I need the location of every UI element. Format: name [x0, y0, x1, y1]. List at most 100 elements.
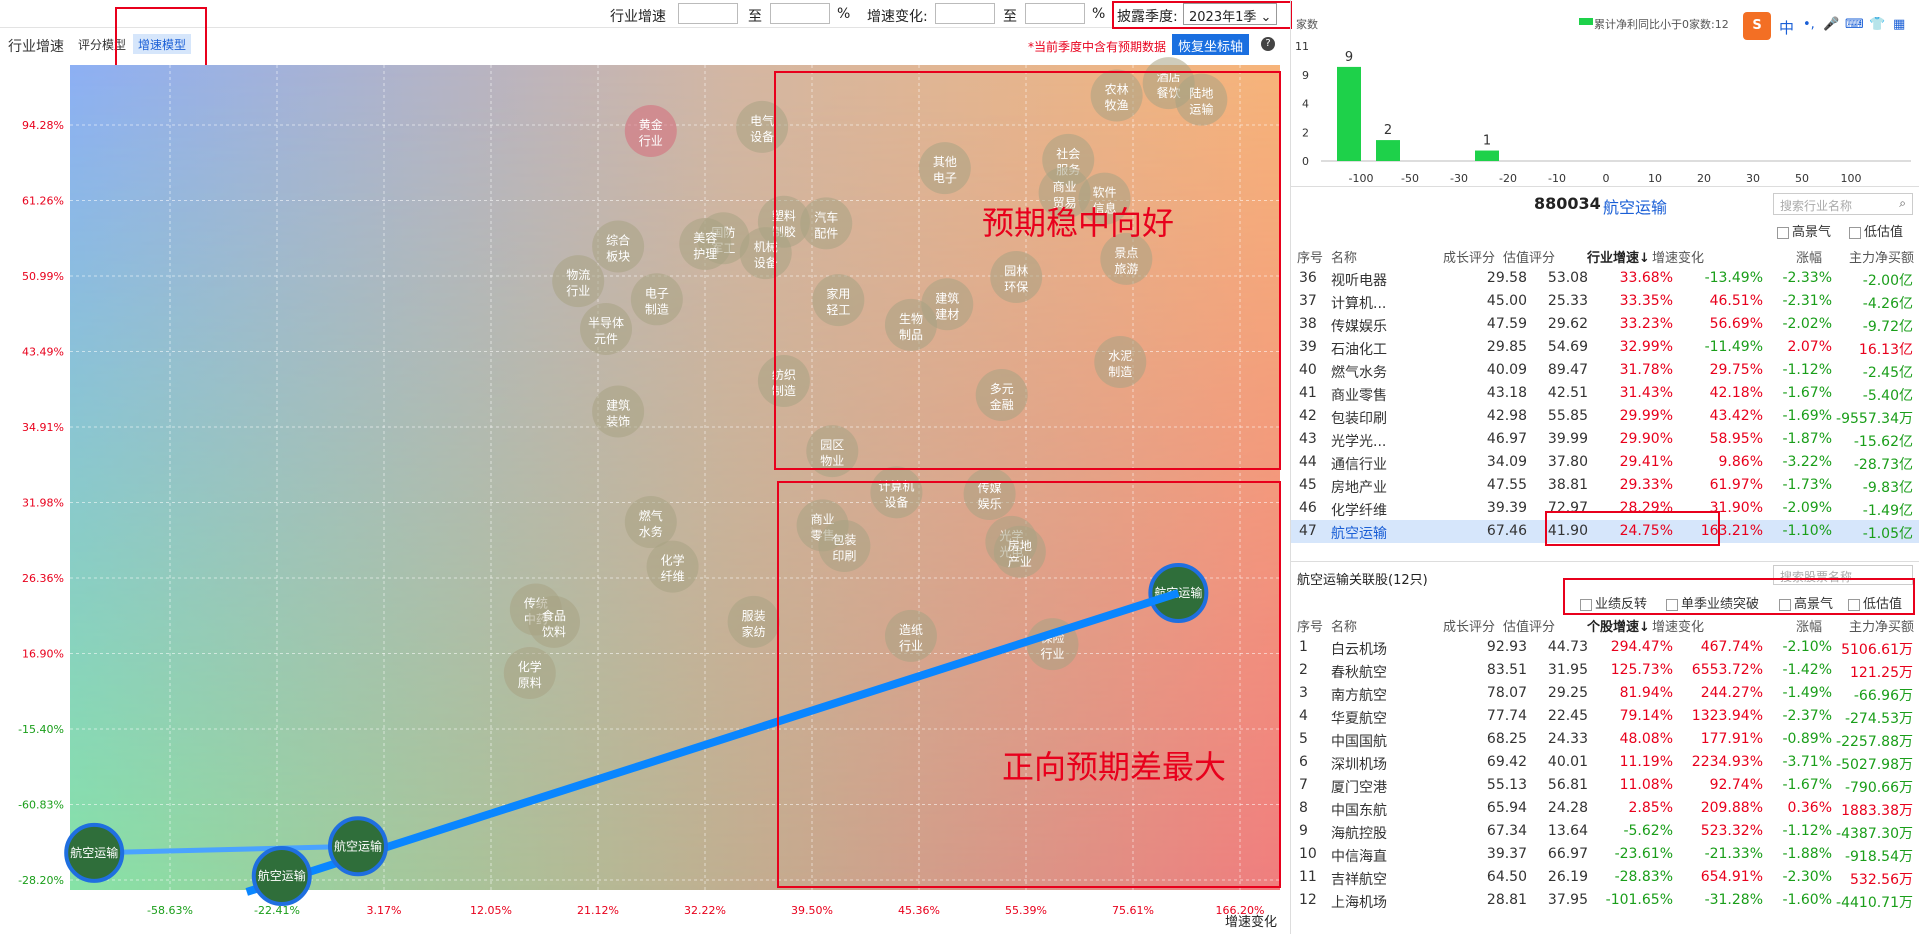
- bubble[interactable]: 纺织制造: [757, 354, 810, 407]
- table-row[interactable]: 44 通信行业 34.09 37.80 29.41% 9.86% -3.22% -28.73亿: [1291, 451, 1919, 474]
- table-row[interactable]: 43 光学光... 46.97 39.99 29.90% 58.95% -1.87% -15.…: [1291, 428, 1919, 451]
- bubble[interactable]: 化学原料: [503, 647, 556, 700]
- industry-search-input[interactable]: 搜索行业名称 ⌕: [1773, 193, 1913, 215]
- bubble[interactable]: 食品饮料: [528, 595, 580, 648]
- column-header[interactable]: 行业增速↓: [1587, 247, 1650, 266]
- keyboard-icon[interactable]: ⌨: [1845, 17, 1864, 32]
- column-header[interactable]: 名称: [1331, 247, 1357, 266]
- column-header[interactable]: 名称: [1331, 616, 1357, 635]
- column-header[interactable]: 序号: [1297, 616, 1323, 635]
- column-header[interactable]: 个股增速↓: [1587, 616, 1650, 635]
- low-valuation-checkbox[interactable]: 低估值: [1849, 221, 1903, 240]
- column-header[interactable]: 增速变化: [1652, 247, 1704, 266]
- filter-quarterly-breakthrough[interactable]: 单季业绩突破: [1666, 593, 1759, 612]
- column-header[interactable]: 序号: [1297, 247, 1323, 266]
- table-row[interactable]: 12 上海机场 28.81 37.95 -101.65% -31.28% -1.60% -44…: [1291, 889, 1919, 912]
- trail-bubble[interactable]: 航空运输: [251, 845, 312, 906]
- bubble[interactable]: 汽车配件: [800, 197, 853, 250]
- help-icon[interactable]: ?: [1261, 37, 1275, 51]
- bubble[interactable]: 生物制品: [884, 298, 937, 351]
- growth-change-max-input[interactable]: [1025, 3, 1085, 24]
- chinese-mode-icon[interactable]: 中: [1779, 17, 1794, 38]
- column-header[interactable]: 估值评分: [1503, 247, 1555, 266]
- bubble[interactable]: 传媒娱乐: [963, 468, 1016, 520]
- table-row[interactable]: 4 华夏航空 77.74 22.45 79.14% 1323.94% -2.37% -274.…: [1291, 705, 1919, 728]
- table-row[interactable]: 42 包装印刷 42.98 55.85 29.99% 43.42% -1.69% -9557.…: [1291, 405, 1919, 428]
- toolbox-icon[interactable]: ▦: [1893, 17, 1905, 32]
- bubble[interactable]: 物流行业: [552, 255, 605, 308]
- bubble[interactable]: 水泥制造: [1094, 336, 1147, 388]
- bubble[interactable]: 服装家纺: [727, 595, 780, 648]
- table-row[interactable]: 2 春秋航空 83.51 31.95 125.73% 6553.72% -1.42% 121.…: [1291, 659, 1919, 682]
- industry-growth-max-input[interactable]: [770, 3, 830, 24]
- table-row[interactable]: 11 吉祥航空 64.50 26.19 -28.83% 654.91% -2.30% 532.…: [1291, 866, 1919, 889]
- table-row[interactable]: 5 中国国航 68.25 24.33 48.08% 177.91% -0.89% -2257.…: [1291, 728, 1919, 751]
- column-header[interactable]: 成长评分: [1443, 247, 1495, 266]
- bubble[interactable]: 计算机设备: [870, 466, 923, 519]
- tab-speed-model[interactable]: 增速模型: [133, 34, 192, 54]
- bubble[interactable]: 造纸行业: [884, 609, 937, 662]
- bubble[interactable]: 黄金行业: [624, 105, 677, 157]
- filter-low-valuation[interactable]: 低估值: [1848, 593, 1902, 612]
- table-row[interactable]: 7 厦门空港 55.13 56.81 11.08% 92.74% -1.67% -790.66…: [1291, 774, 1919, 797]
- table-row[interactable]: 8 中国东航 65.94 24.28 2.85% 209.88% 0.36% 1883.38万: [1291, 797, 1919, 820]
- bubble[interactable]: 园区物业: [806, 425, 859, 478]
- bubble[interactable]: 机械设备: [739, 227, 792, 280]
- column-header[interactable]: 成长评分: [1443, 616, 1495, 635]
- table-row[interactable]: 45 房地产业 47.55 38.81 29.33% 61.97% -1.73% -9.83亿: [1291, 474, 1919, 497]
- bubble[interactable]: 化学纤维: [646, 540, 699, 593]
- restore-axis-button[interactable]: 恢复坐标轴: [1172, 34, 1250, 55]
- punctuation-icon[interactable]: •,: [1803, 17, 1815, 32]
- table-row[interactable]: 1 白云机场 92.93 44.73 294.47% 467.74% -2.10% 5106.…: [1291, 636, 1919, 659]
- bubble[interactable]: 包装印刷: [818, 519, 871, 572]
- table-row[interactable]: 47 航空运输 67.46 41.90 24.75% 163.21% -1.10% -1.05…: [1291, 520, 1919, 543]
- column-header[interactable]: 涨幅: [1796, 616, 1822, 635]
- column-header[interactable]: 估值评分: [1503, 616, 1555, 635]
- bubble[interactable]: 综合板块: [592, 220, 645, 273]
- disclosure-quarter-select[interactable]: 2023年1季 ⌄: [1183, 3, 1278, 25]
- table-row[interactable]: 6 深圳机场 69.42 40.01 11.19% 2234.93% -3.71% -5027…: [1291, 751, 1919, 774]
- hist-y-tick: 4: [1302, 98, 1309, 111]
- table-row[interactable]: 39 石油化工 29.85 54.69 32.99% -11.49% 2.07% 16.13亿: [1291, 336, 1919, 359]
- bubble[interactable]: 电气设备: [736, 100, 789, 153]
- table-row[interactable]: 10 中信海直 39.37 66.97 -23.61% -21.33% -1.88% -918…: [1291, 843, 1919, 866]
- table-row[interactable]: 38 传媒娱乐 47.59 29.62 33.23% 56.69% -2.02% -9.72亿: [1291, 313, 1919, 336]
- tab-score-model[interactable]: 评分模型: [73, 34, 131, 54]
- table-cell: 7: [1299, 777, 1308, 793]
- bubble[interactable]: 农林牧渔: [1090, 69, 1143, 122]
- bubble[interactable]: 房地产业: [993, 525, 1046, 578]
- skin-icon[interactable]: 👕: [1869, 17, 1885, 32]
- bubble[interactable]: 家用轻工: [812, 274, 865, 327]
- industry-growth-min-input[interactable]: [678, 3, 738, 24]
- mic-icon[interactable]: 🎤: [1823, 17, 1839, 32]
- bubble[interactable]: 电子制造: [630, 273, 683, 326]
- table-row[interactable]: 46 化学纤维 39.39 72.97 28.29% 31.90% -2.09% -1.49亿: [1291, 497, 1919, 520]
- trail-bubble[interactable]: 航空运输: [327, 816, 388, 877]
- bubble-label: 制品: [899, 328, 923, 342]
- stock-search-input[interactable]: 搜索股票名称: [1773, 565, 1913, 585]
- bubble[interactable]: 其他电子: [918, 142, 971, 195]
- table-row[interactable]: 9 海航控股 67.34 13.64 -5.62% 523.32% -1.12% -4387.…: [1291, 820, 1919, 843]
- column-header[interactable]: 主力净买额: [1849, 616, 1914, 635]
- bubble[interactable]: 半导体元件: [580, 303, 633, 355]
- bubble-label: 旅游: [1114, 262, 1138, 276]
- bubble[interactable]: 多元金融: [975, 369, 1028, 421]
- bubble[interactable]: 燃气水务: [624, 496, 677, 549]
- high-sentiment-checkbox[interactable]: 高景气: [1777, 221, 1831, 240]
- table-row[interactable]: 37 计算机... 45.00 25.33 33.35% 46.51% -2.31% -4.2…: [1291, 290, 1919, 313]
- filter-high-sentiment[interactable]: 高景气: [1779, 593, 1833, 612]
- growth-change-min-input[interactable]: [935, 3, 995, 24]
- bubble[interactable]: 建筑装饰: [592, 385, 645, 438]
- table-row[interactable]: 3 南方航空 78.07 29.25 81.94% 244.27% -1.49% -66.96…: [1291, 682, 1919, 705]
- table-row[interactable]: 36 视听电器 29.58 53.08 33.68% -13.49% -2.33% -2.00…: [1291, 267, 1919, 290]
- column-header[interactable]: 涨幅: [1796, 247, 1822, 266]
- column-header[interactable]: 主力净买额: [1849, 247, 1914, 266]
- bubble[interactable]: 美容护理: [679, 218, 732, 271]
- table-row[interactable]: 40 燃气水务 40.09 89.47 31.78% 29.75% -1.12% -2.45亿: [1291, 359, 1919, 382]
- trail-bubble[interactable]: 航空运输: [64, 822, 125, 883]
- bubble[interactable]: 陆地运输: [1175, 73, 1228, 126]
- bubble[interactable]: 园林环保: [990, 251, 1043, 304]
- filter-performance-reversal[interactable]: 业绩反转: [1580, 593, 1647, 612]
- table-row[interactable]: 41 商业零售 43.18 42.51 31.43% 42.18% -1.67% -5.40亿: [1291, 382, 1919, 405]
- column-header[interactable]: 增速变化: [1652, 616, 1704, 635]
